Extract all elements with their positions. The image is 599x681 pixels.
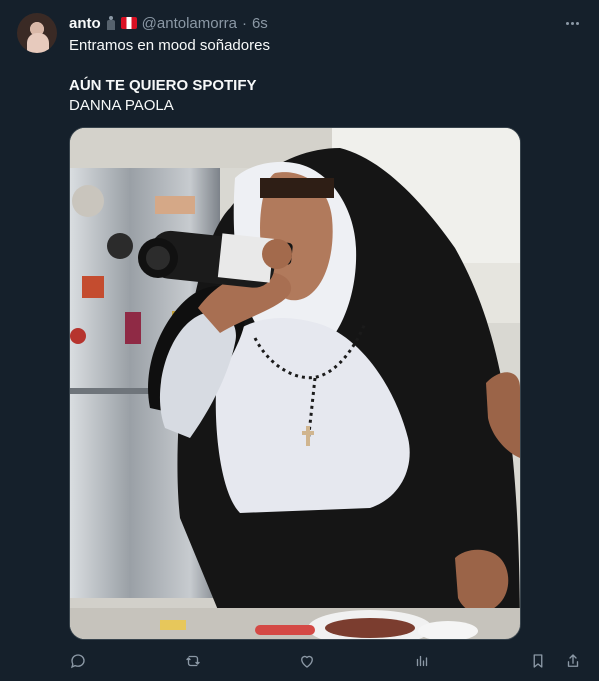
reply-button[interactable]	[69, 648, 87, 674]
reply-icon	[70, 654, 85, 669]
peru-flag-icon	[120, 17, 137, 29]
song-title: AÚN TE QUIERO SPOTIFY	[69, 77, 257, 94]
tweet-text: Entramos en mood soñadores	[69, 37, 270, 54]
separator: ·	[241, 14, 247, 32]
like-button[interactable]	[298, 648, 316, 674]
display-name[interactable]: anto	[69, 15, 101, 32]
retweet-button[interactable]	[184, 648, 202, 674]
share-button[interactable]	[564, 648, 582, 674]
media-image	[70, 128, 520, 639]
tweet-header: anto @antolamorra · 6s	[69, 13, 268, 33]
retweet-icon	[186, 655, 200, 667]
share-icon	[567, 654, 579, 667]
tweet: anto @antolamorra · 6s Entramos en mood …	[0, 0, 599, 681]
tweet-media[interactable]	[69, 127, 521, 640]
bookmark-icon	[533, 654, 543, 668]
tweet-actions	[69, 648, 584, 674]
chess-pawn-icon	[106, 16, 116, 30]
timestamp[interactable]: 6s	[252, 15, 268, 32]
heart-icon	[301, 655, 313, 668]
more-icon[interactable]	[563, 14, 581, 32]
views-button[interactable]	[413, 648, 431, 674]
bookmark-button[interactable]	[529, 648, 547, 674]
artist-name: DANNA PAOLA	[69, 97, 174, 114]
handle[interactable]: @antolamorra	[142, 15, 237, 32]
avatar[interactable]	[17, 13, 57, 53]
views-icon	[416, 655, 428, 667]
